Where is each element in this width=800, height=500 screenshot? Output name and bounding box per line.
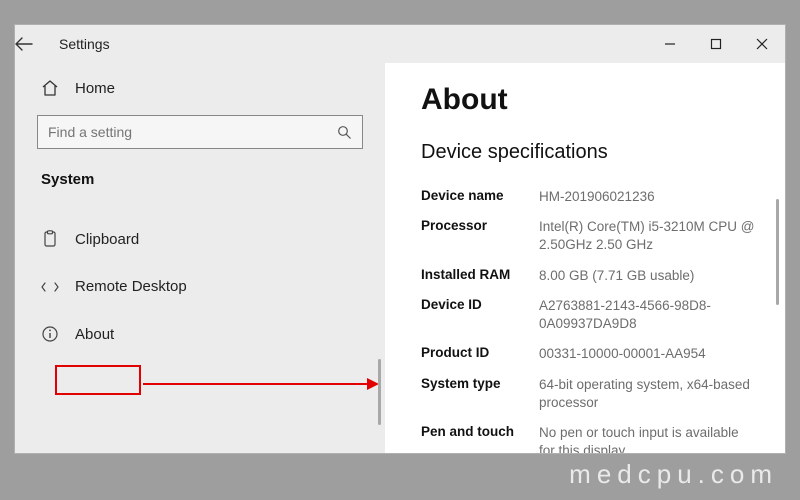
sidebar-category: System bbox=[37, 159, 363, 194]
spec-label: Installed RAM bbox=[421, 267, 539, 285]
clipboard-icon bbox=[41, 230, 59, 248]
spec-label: Product ID bbox=[421, 345, 539, 363]
spec-row: Processor Intel(R) Core(TM) i5-3210M CPU… bbox=[421, 212, 757, 260]
minimize-button[interactable] bbox=[647, 25, 693, 63]
spec-value: 00331-10000-00001-AA954 bbox=[539, 345, 706, 363]
spec-label: Pen and touch bbox=[421, 424, 539, 453]
titlebar: Settings bbox=[15, 25, 785, 63]
minimize-icon bbox=[664, 38, 676, 50]
annotation-highlight bbox=[55, 365, 141, 395]
spec-row: Device ID A2763881-2143-4566-98D8-0A0993… bbox=[421, 291, 757, 339]
spec-row: Device name HM-201906021236 bbox=[421, 182, 757, 212]
spec-value: A2763881-2143-4566-98D8-0A09937DA9D8 bbox=[539, 297, 757, 333]
remote-desktop-icon bbox=[41, 279, 59, 295]
arrow-left-icon bbox=[15, 37, 33, 51]
sidebar-scrollbar[interactable] bbox=[378, 359, 381, 425]
spec-label: Device ID bbox=[421, 297, 539, 333]
maximize-icon bbox=[710, 38, 722, 50]
sidebar-item-remote-desktop[interactable]: Remote Desktop bbox=[37, 268, 363, 305]
spec-value: 64-bit operating system, x64-based proce… bbox=[539, 376, 757, 412]
sidebar-item-about[interactable]: About bbox=[37, 315, 363, 353]
spec-row: Pen and touch No pen or touch input is a… bbox=[421, 418, 757, 453]
sidebar-item-clipboard[interactable]: Clipboard bbox=[37, 220, 363, 258]
close-button[interactable] bbox=[739, 25, 785, 63]
sidebar-item-label: Remote Desktop bbox=[75, 278, 187, 295]
spec-row: System type 64-bit operating system, x64… bbox=[421, 370, 757, 418]
spec-row: Installed RAM 8.00 GB (7.71 GB usable) bbox=[421, 261, 757, 291]
page-title: About bbox=[421, 83, 757, 117]
window-title: Settings bbox=[59, 36, 110, 52]
sidebar-item-label: About bbox=[75, 326, 114, 343]
search-box[interactable] bbox=[37, 115, 363, 149]
info-icon bbox=[41, 325, 59, 343]
content-pane: About Device specifications Device name … bbox=[385, 63, 785, 453]
nav-home-label: Home bbox=[75, 80, 115, 97]
settings-window: Settings Home bbox=[14, 24, 786, 454]
spec-value: HM-201906021236 bbox=[539, 188, 655, 206]
spec-row: Product ID 00331-10000-00001-AA954 bbox=[421, 339, 757, 369]
spec-label: Processor bbox=[421, 218, 539, 254]
content-scrollbar[interactable] bbox=[776, 199, 779, 305]
nav-home[interactable]: Home bbox=[37, 71, 363, 105]
sidebar: Home System Clipboard bbox=[15, 63, 385, 453]
spec-value: Intel(R) Core(TM) i5-3210M CPU @ 2.50GHz… bbox=[539, 218, 757, 254]
home-icon bbox=[41, 79, 59, 97]
section-heading: Device specifications bbox=[421, 141, 757, 164]
maximize-button[interactable] bbox=[693, 25, 739, 63]
search-input[interactable] bbox=[48, 124, 322, 140]
window-controls bbox=[647, 25, 785, 63]
sidebar-item-label: Clipboard bbox=[75, 231, 139, 248]
spec-label: Device name bbox=[421, 188, 539, 206]
watermark: medcpu.com bbox=[0, 453, 800, 500]
close-icon bbox=[756, 38, 768, 50]
spec-value: 8.00 GB (7.71 GB usable) bbox=[539, 267, 694, 285]
annotation-arrow-icon bbox=[143, 374, 383, 394]
search-icon bbox=[337, 125, 352, 140]
spec-value: No pen or touch input is available for t… bbox=[539, 424, 757, 453]
spec-label: System type bbox=[421, 376, 539, 412]
back-button[interactable] bbox=[15, 37, 59, 51]
